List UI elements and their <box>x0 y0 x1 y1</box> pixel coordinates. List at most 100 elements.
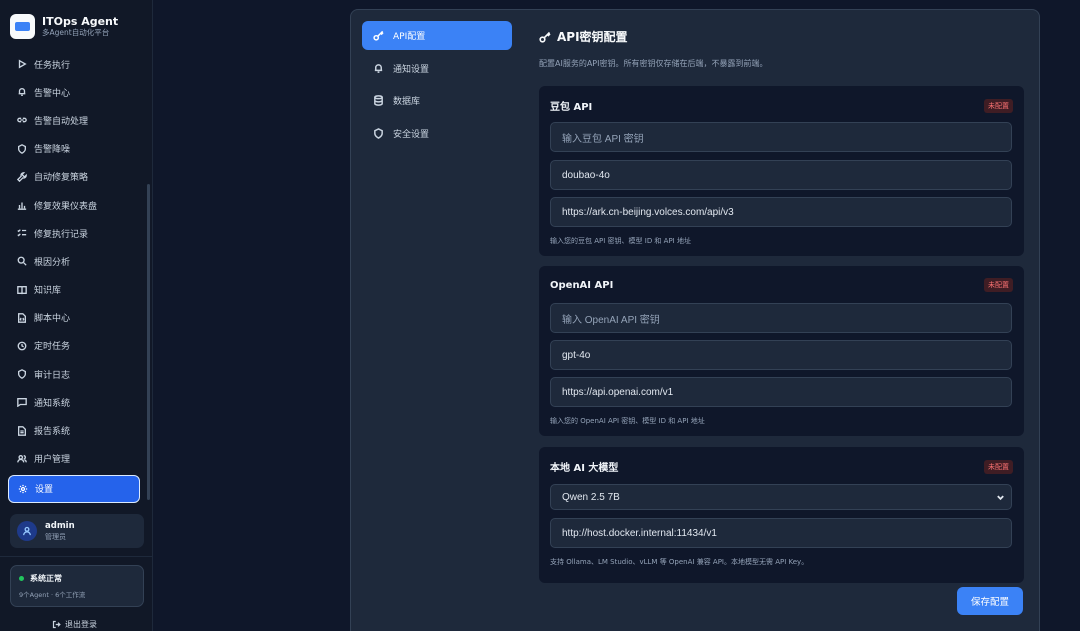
brand-name: ITOps Agent <box>42 14 119 28</box>
tab-database[interactable]: 数据库 <box>362 86 512 115</box>
status-dot-icon <box>19 576 24 581</box>
sidebar-item-label: 告警中心 <box>34 88 71 99</box>
link-icon <box>17 118 27 123</box>
sidebar-item-label: 用户管理 <box>34 455 71 466</box>
users-icon <box>17 454 27 463</box>
bell-icon <box>18 88 26 97</box>
openai-model-input[interactable]: gpt-4o <box>550 340 1012 370</box>
app-sidebar: ITOps Agent 多Agent自动化平台 任务执行 告警中心 告警自动处理… <box>0 0 153 631</box>
shield-icon <box>18 369 26 380</box>
tab-label: 通知设置 <box>393 64 430 75</box>
page-description: 配置AI服务的API密钥。所有密钥仅存储在后端，不暴露到前端。 <box>539 59 768 68</box>
tab-label: API配置 <box>393 32 426 42</box>
tab-label: 安全设置 <box>393 129 430 140</box>
provider-title: OpenAI API <box>550 279 614 291</box>
brand-logo-icon <box>10 13 35 39</box>
sidebar-item-label: 告警降噪 <box>34 145 71 156</box>
save-button[interactable]: 保存配置 <box>957 587 1023 615</box>
local-model-select[interactable]: Qwen 2.5 7B <box>550 484 1012 510</box>
sidebar-item-notify[interactable]: 通知系统 <box>8 388 140 416</box>
status-badge: 未配置 <box>984 459 1013 474</box>
user-role: 管理员 <box>45 532 66 541</box>
sidebar-item-label: 脚本中心 <box>34 314 71 325</box>
openai-api-key-input[interactable]: 输入 OpenAI API 密钥 <box>550 303 1012 333</box>
sidebar-nav: 任务执行 告警中心 告警自动处理 告警降噪 自动修复策略 修复效果仪表盘 修复执… <box>8 50 140 503</box>
sidebar-item-repair-policy[interactable]: 自动修复策略 <box>8 163 140 191</box>
sidebar-item-scheduled[interactable]: 定时任务 <box>8 332 140 360</box>
sidebar-item-label: 设置 <box>35 485 54 496</box>
search-icon <box>17 256 27 267</box>
status-badge: 未配置 <box>984 98 1013 113</box>
sidebar-item-alert-auto[interactable]: 告警自动处理 <box>8 106 140 134</box>
tab-notification-settings[interactable]: 通知设置 <box>362 54 512 83</box>
tab-api-config[interactable]: API配置 <box>362 21 512 50</box>
sidebar-item-label: 报告系统 <box>34 427 71 438</box>
sidebar-item-alert-center[interactable]: 告警中心 <box>8 78 140 106</box>
status-title: 系统正常 <box>30 574 62 583</box>
gear-icon <box>18 484 28 494</box>
sidebar-item-label: 通知系统 <box>34 398 71 409</box>
bell-icon <box>374 63 383 73</box>
database-icon <box>374 95 383 106</box>
sidebar-item-repair-records[interactable]: 修复执行记录 <box>8 219 140 247</box>
sidebar-item-knowledge[interactable]: 知识库 <box>8 276 140 304</box>
provider-card-local: 本地 AI 大模型 未配置 Qwen 2.5 7B http://host.do… <box>539 447 1024 583</box>
sidebar-item-root-cause[interactable]: 根因分析 <box>8 247 140 275</box>
avatar <box>17 521 37 541</box>
sidebar-item-label: 审计日志 <box>34 370 71 381</box>
sidebar-item-repair-dashboard[interactable]: 修复效果仪表盘 <box>8 191 140 219</box>
sidebar-item-users[interactable]: 用户管理 <box>8 445 140 473</box>
user-card[interactable]: admin 管理员 <box>10 514 144 548</box>
chevron-down-icon <box>997 495 1004 501</box>
file-code-icon <box>18 312 26 323</box>
shield-icon <box>18 143 26 154</box>
sidebar-divider <box>0 556 153 557</box>
key-icon <box>373 30 384 41</box>
sidebar-item-label: 自动修复策略 <box>34 173 89 184</box>
file-text-icon <box>18 425 26 436</box>
local-url-input[interactable]: http://host.docker.internal:11434/v1 <box>550 518 1012 548</box>
sidebar-item-task-execution[interactable]: 任务执行 <box>8 50 140 78</box>
bar-chart-icon <box>17 202 27 210</box>
message-icon <box>17 398 27 408</box>
brand-subtitle: 多Agent自动化平台 <box>42 27 110 37</box>
sidebar-item-settings[interactable]: 设置 <box>8 474 140 503</box>
doubao-api-key-input[interactable]: 输入豆包 API 密钥 <box>550 122 1012 152</box>
tab-security-settings[interactable]: 安全设置 <box>362 119 512 148</box>
sidebar-item-alert-denoise[interactable]: 告警降噪 <box>8 135 140 163</box>
provider-help-text: 输入您的 OpenAI API 密钥、模型 ID 和 API 地址 <box>550 417 705 425</box>
page-title-text: API密钥配置 <box>557 30 628 44</box>
sidebar-item-label: 定时任务 <box>34 342 71 353</box>
sidebar-item-label: 修复执行记录 <box>34 229 89 240</box>
logout-label: 退出登录 <box>65 620 97 629</box>
shield-icon <box>374 127 383 139</box>
sidebar-scrollbar[interactable] <box>147 184 150 500</box>
sidebar-item-label: 任务执行 <box>34 60 71 71</box>
sidebar-item-scripts[interactable]: 脚本中心 <box>8 304 140 332</box>
local-model-selected: Qwen 2.5 7B <box>562 491 620 503</box>
status-badge: 未配置 <box>984 278 1013 292</box>
clock-icon <box>17 341 27 351</box>
logout-button[interactable]: 退出登录 <box>52 619 97 630</box>
sidebar-item-label: 知识库 <box>34 286 62 297</box>
play-icon <box>18 59 27 69</box>
openai-url-input[interactable]: https://api.openai.com/v1 <box>550 377 1012 407</box>
list-check-icon <box>17 229 27 237</box>
provider-title: 豆包 API <box>550 102 593 113</box>
doubao-model-input[interactable]: doubao-4o <box>550 160 1012 190</box>
sidebar-item-audit[interactable]: 审计日志 <box>8 360 140 388</box>
settings-nav: API配置 通知设置 数据库 安全设置 <box>362 21 512 151</box>
brand[interactable]: ITOps Agent 多Agent自动化平台 <box>10 10 144 42</box>
tab-label: 数据库 <box>393 97 421 107</box>
provider-card-openai: OpenAI API 未配置 输入 OpenAI API 密钥 gpt-4o h… <box>539 266 1024 436</box>
provider-title: 本地 AI 大模型 <box>550 463 619 474</box>
doubao-url-input[interactable]: https://ark.cn-beijing.volces.com/api/v3 <box>550 197 1012 227</box>
provider-card-doubao: 豆包 API 未配置 输入豆包 API 密钥 doubao-4o https:/… <box>539 86 1024 256</box>
provider-help-text: 输入您的豆包 API 密钥、模型 ID 和 API 地址 <box>550 237 691 245</box>
user-icon <box>23 526 31 536</box>
book-icon <box>17 285 27 294</box>
sidebar-item-reports[interactable]: 报告系统 <box>8 416 140 444</box>
user-name: admin <box>45 520 75 531</box>
sidebar-item-label: 根因分析 <box>34 257 71 268</box>
provider-help-text: 支持 Ollama、LM Studio、vLLM 等 OpenAI 兼容 API… <box>550 558 809 566</box>
